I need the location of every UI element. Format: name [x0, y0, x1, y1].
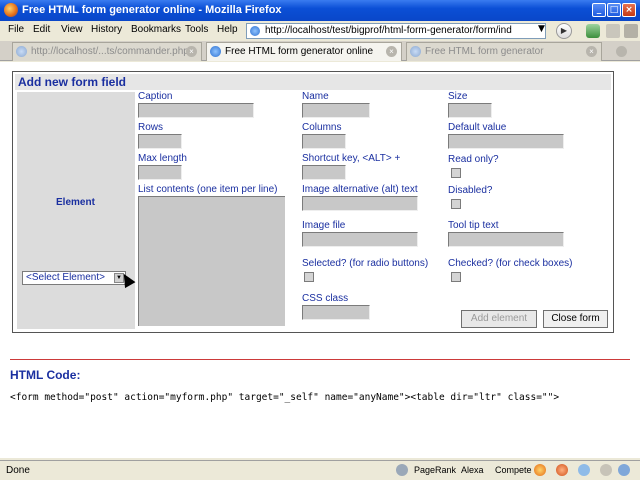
- selected-checkbox[interactable]: [304, 272, 314, 282]
- element-select[interactable]: <Select Element> ▼: [22, 271, 126, 285]
- name-label: Name: [302, 91, 329, 102]
- globe-icon: [250, 26, 260, 36]
- shortcut-key-input[interactable]: [302, 165, 346, 180]
- tab-label: http://localhost/...ts/commander.php: [31, 46, 189, 57]
- shortcut-key-label: Shortcut key, <ALT> +: [302, 153, 401, 164]
- checked-checkbox[interactable]: [451, 272, 461, 282]
- checked-label: Checked? (for check boxes): [448, 258, 573, 269]
- status-text: Done: [6, 465, 30, 476]
- close-form-button[interactable]: Close form: [543, 310, 608, 328]
- globe-icon: [410, 46, 421, 57]
- menu-file[interactable]: File: [8, 24, 24, 35]
- list-contents-textarea[interactable]: [138, 196, 285, 326]
- addon-icon[interactable]: [586, 24, 600, 38]
- url-dropdown-icon[interactable]: ▼: [538, 24, 545, 34]
- compete-label[interactable]: Compete: [495, 465, 532, 475]
- element-select-value: <Select Element>: [26, 272, 105, 283]
- addon-icon[interactable]: [534, 464, 546, 476]
- size-label: Size: [448, 91, 468, 102]
- addon-icon[interactable]: [618, 464, 630, 476]
- toolbar-menu-icon[interactable]: [624, 24, 638, 38]
- toolbar-icon[interactable]: [606, 24, 620, 38]
- menu-edit[interactable]: Edit: [33, 24, 50, 35]
- addon-icon[interactable]: [578, 464, 590, 476]
- url-input[interactable]: http://localhost/test/bigprof/html-form-…: [246, 23, 546, 39]
- menu-view[interactable]: View: [61, 24, 83, 35]
- tab-form-generator-online[interactable]: Free HTML form generator online ×: [206, 42, 402, 61]
- selected-label: Selected? (for radio buttons): [302, 258, 429, 269]
- css-class-input[interactable]: [302, 305, 370, 320]
- element-column: Element: [17, 92, 135, 329]
- tab-commander[interactable]: http://localhost/...ts/commander.php ×: [12, 42, 202, 61]
- globe-icon: [16, 46, 27, 57]
- tab-bar: http://localhost/...ts/commander.php × F…: [0, 41, 640, 61]
- go-button[interactable]: ▶: [556, 23, 572, 39]
- default-value-input[interactable]: [448, 134, 564, 149]
- caption-input[interactable]: [138, 103, 254, 118]
- menu-bar: File Edit View History Bookmarks Tools H…: [0, 21, 640, 40]
- tab-label: Free HTML form generator: [425, 46, 544, 57]
- menu-history[interactable]: History: [91, 24, 122, 35]
- alexa-label[interactable]: Alexa: [461, 465, 484, 475]
- caption-label: Caption: [138, 91, 173, 102]
- window-title: Free HTML form generator online - Mozill…: [22, 4, 282, 16]
- close-tab-icon[interactable]: ×: [586, 46, 597, 57]
- form-heading: Add new form field: [15, 74, 611, 90]
- max-length-label: Max length: [138, 153, 187, 164]
- menu-tools[interactable]: Tools: [185, 24, 208, 35]
- status-bar: Done PageRank Alexa Compete: [0, 460, 640, 480]
- default-value-label: Default value: [448, 122, 507, 133]
- read-only-checkbox[interactable]: [451, 168, 461, 178]
- alt-text-label: Image alternative (alt) text: [302, 184, 418, 195]
- html-code-title: HTML Code:: [10, 368, 81, 382]
- minimize-button[interactable]: _: [592, 3, 606, 17]
- page-content: Add new form field Element <Select Eleme…: [0, 62, 640, 458]
- add-field-form: Add new form field Element <Select Eleme…: [12, 71, 614, 333]
- image-file-input[interactable]: [302, 232, 418, 247]
- divider: [10, 359, 630, 360]
- tooltip-input[interactable]: [448, 232, 564, 247]
- addon-icon[interactable]: [556, 464, 568, 476]
- add-element-button[interactable]: Add element: [461, 310, 537, 328]
- addon-icon[interactable]: [600, 464, 612, 476]
- element-label: Element: [56, 197, 95, 208]
- size-input[interactable]: [448, 103, 492, 118]
- max-length-input[interactable]: [138, 165, 182, 180]
- disabled-label: Disabled?: [448, 185, 493, 196]
- columns-input[interactable]: [302, 134, 346, 149]
- tab-label: Free HTML form generator online: [225, 46, 374, 57]
- rows-input[interactable]: [138, 134, 182, 149]
- html-code-output: <form method="post" action="myform.php" …: [10, 392, 560, 403]
- alt-text-input[interactable]: [302, 196, 418, 211]
- css-class-label: CSS class: [302, 293, 349, 304]
- pagerank-label[interactable]: PageRank: [414, 465, 456, 475]
- disabled-checkbox[interactable]: [451, 199, 461, 209]
- tab-form-generator[interactable]: Free HTML form generator ×: [406, 42, 602, 61]
- globe-icon: [210, 46, 221, 57]
- pagerank-icon: [396, 464, 408, 476]
- close-window-button[interactable]: ×: [622, 3, 636, 17]
- close-tab-icon[interactable]: [616, 46, 627, 57]
- firefox-icon: [4, 3, 18, 17]
- columns-label: Columns: [302, 122, 342, 133]
- list-contents-label: List contents (one item per line): [138, 184, 278, 195]
- window-title-bar: Free HTML form generator online - Mozill…: [0, 0, 640, 21]
- image-file-label: Image file: [302, 220, 346, 231]
- close-tab-icon[interactable]: ×: [386, 46, 397, 57]
- menu-help[interactable]: Help: [217, 24, 238, 35]
- name-input[interactable]: [302, 103, 370, 118]
- url-text: http://localhost/test/bigprof/html-form-…: [265, 25, 512, 36]
- maximize-button[interactable]: □: [607, 3, 621, 17]
- read-only-label: Read only?: [448, 154, 499, 165]
- rows-label: Rows: [138, 122, 164, 133]
- close-tab-icon[interactable]: ×: [186, 46, 197, 57]
- tooltip-label: Tool tip text: [448, 220, 499, 231]
- menu-bookmarks[interactable]: Bookmarks: [131, 24, 181, 35]
